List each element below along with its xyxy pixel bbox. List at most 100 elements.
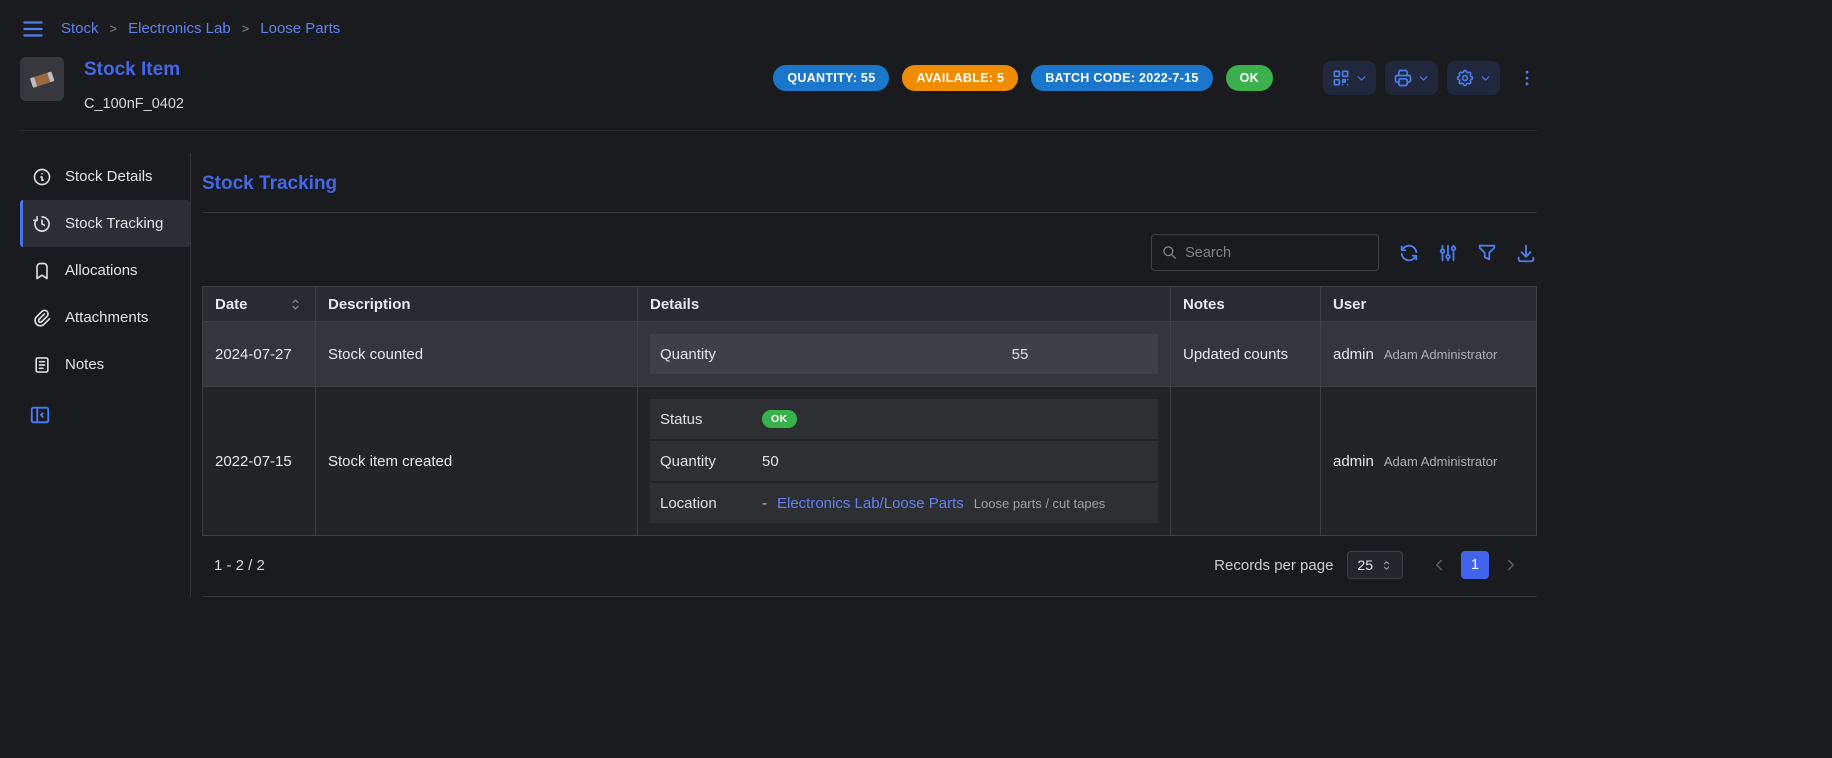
- sidebar-collapse-button[interactable]: [20, 404, 60, 426]
- selector-icon: [1380, 559, 1393, 572]
- column-header-date[interactable]: Date: [203, 287, 316, 322]
- column-header-description: Description: [316, 287, 638, 322]
- pagination-controls: Records per page 25 1: [1214, 551, 1525, 579]
- gear-icon: [1455, 68, 1475, 88]
- qrcode-icon: [1331, 68, 1351, 88]
- detail-key: Quantity: [660, 453, 762, 470]
- detail-key: Quantity: [660, 346, 762, 363]
- top-navigation-bar: Stock > Electronics Lab > Loose Parts: [20, 0, 1537, 44]
- detail-value: 55: [762, 346, 1148, 363]
- stock-tracking-panel: Stock Tracking: [191, 153, 1537, 597]
- notes-value: Updated counts: [1183, 346, 1288, 363]
- bookmark-icon: [32, 261, 52, 281]
- filter-button[interactable]: [1476, 242, 1498, 264]
- column-label: Description: [328, 296, 411, 313]
- printer-icon: [1393, 68, 1413, 88]
- column-label: Notes: [1183, 296, 1225, 313]
- detail-row-quantity: Quantity 50: [650, 441, 1158, 481]
- download-icon: [1515, 242, 1537, 264]
- stock-item-page: Stock > Electronics Lab > Loose Parts St…: [0, 0, 1557, 597]
- breadcrumb-link-electronics-lab[interactable]: Electronics Lab: [128, 20, 231, 37]
- sidebar-item-label: Allocations: [65, 262, 138, 279]
- chevron-right-icon: [1502, 556, 1520, 574]
- filter-icon: [1476, 242, 1498, 264]
- breadcrumb-link-loose-parts[interactable]: Loose Parts: [260, 20, 340, 37]
- options-menu-button[interactable]: [1513, 62, 1537, 94]
- location-link[interactable]: Electronics Lab/Loose Parts: [777, 495, 964, 512]
- table-settings-button[interactable]: [1437, 242, 1459, 264]
- download-button[interactable]: [1515, 242, 1537, 264]
- chevron-down-icon: [1417, 72, 1430, 85]
- sidebar-item-label: Stock Details: [65, 168, 153, 185]
- search-box: [1151, 234, 1379, 271]
- stock-item-thumbnail[interactable]: [20, 57, 64, 101]
- detail-row-status: Status OK: [650, 399, 1158, 439]
- available-badge: AVAILABLE: 5: [902, 65, 1018, 91]
- status-ok-badge: OK: [1226, 65, 1273, 91]
- adjustments-icon: [1437, 242, 1459, 264]
- date-cell: 2024-07-27: [203, 322, 316, 387]
- refresh-button[interactable]: [1398, 242, 1420, 264]
- detail-row-quantity: Quantity 55: [650, 334, 1158, 374]
- breadcrumb-separator: >: [242, 21, 250, 36]
- user-fullname: Adam Administrator: [1384, 347, 1497, 362]
- sidebar-item-label: Stock Tracking: [65, 215, 163, 232]
- detail-row-location: Location - Electronics Lab/Loose Parts L…: [650, 483, 1158, 523]
- records-per-page-label: Records per page: [1214, 557, 1333, 574]
- header-actions: [1323, 61, 1537, 95]
- history-icon: [32, 214, 52, 234]
- sidebar-item-allocations[interactable]: Allocations: [20, 247, 190, 294]
- divider: [202, 212, 1537, 213]
- tracking-row-stock-item-created: 2022-07-15 Stock item created Status OK …: [203, 387, 1537, 536]
- sidebar-item-stock-details[interactable]: Stock Details: [20, 153, 190, 200]
- page-size-select[interactable]: 25: [1347, 551, 1403, 579]
- paperclip-icon: [32, 308, 52, 328]
- details-cell: Quantity 55: [638, 322, 1171, 387]
- print-actions-button[interactable]: [1385, 61, 1438, 95]
- sort-icon[interactable]: [288, 297, 303, 312]
- breadcrumb-link-stock[interactable]: Stock: [61, 20, 99, 37]
- sidebar-collapse-icon: [29, 404, 51, 426]
- table-footer: 1 - 2 / 2 Records per page 25 1: [202, 536, 1537, 597]
- sidebar-item-stock-tracking[interactable]: Stock Tracking: [20, 200, 190, 247]
- column-header-notes: Notes: [1171, 287, 1321, 322]
- table-header-row: Date Description Details Notes User: [203, 287, 1537, 322]
- status-badges: QUANTITY: 55 AVAILABLE: 5 BATCH CODE: 20…: [773, 65, 1273, 91]
- sidebar-item-notes[interactable]: Notes: [20, 341, 190, 388]
- page-title: Stock Item: [84, 59, 184, 81]
- page-size-value: 25: [1357, 557, 1373, 573]
- dots-vertical-icon: [1517, 68, 1537, 88]
- tracking-row-stock-counted: 2024-07-27 Stock counted Quantity 55 Upd…: [203, 322, 1537, 387]
- notes-cell: [1171, 387, 1321, 536]
- chevron-left-icon: [1430, 556, 1448, 574]
- next-page-button[interactable]: [1497, 551, 1525, 579]
- column-header-details: Details: [638, 287, 1171, 322]
- description-value: Stock item created: [328, 453, 452, 470]
- description-cell: Stock item created: [316, 387, 638, 536]
- menu-button[interactable]: [20, 16, 46, 42]
- search-icon: [1162, 244, 1177, 261]
- sidebar: Stock Details Stock Tracking Allocations…: [20, 153, 190, 597]
- quantity-badge: QUANTITY: 55: [773, 65, 889, 91]
- chevron-down-icon: [1479, 72, 1492, 85]
- user-info: admin Adam Administrator: [1333, 453, 1524, 470]
- stock-operations-button[interactable]: [1447, 61, 1500, 95]
- location-prefix: -: [762, 495, 767, 512]
- notes-cell: Updated counts: [1171, 322, 1321, 387]
- description-value: Stock counted: [328, 346, 423, 363]
- stock-item-name: C_100nF_0402: [84, 96, 184, 112]
- barcode-actions-button[interactable]: [1323, 61, 1376, 95]
- date-value: 2024-07-27: [215, 346, 292, 363]
- info-circle-icon: [32, 167, 52, 187]
- sidebar-item-label: Notes: [65, 356, 104, 373]
- search-input[interactable]: [1185, 245, 1368, 261]
- description-cell: Stock counted: [316, 322, 638, 387]
- page-1-button[interactable]: 1: [1461, 551, 1489, 579]
- refresh-icon: [1398, 242, 1420, 264]
- notes-icon: [32, 355, 52, 375]
- column-label: Details: [650, 296, 699, 313]
- breadcrumb-separator: >: [110, 21, 118, 36]
- previous-page-button[interactable]: [1425, 551, 1453, 579]
- sidebar-item-attachments[interactable]: Attachments: [20, 294, 190, 341]
- detail-key: Location: [660, 495, 762, 512]
